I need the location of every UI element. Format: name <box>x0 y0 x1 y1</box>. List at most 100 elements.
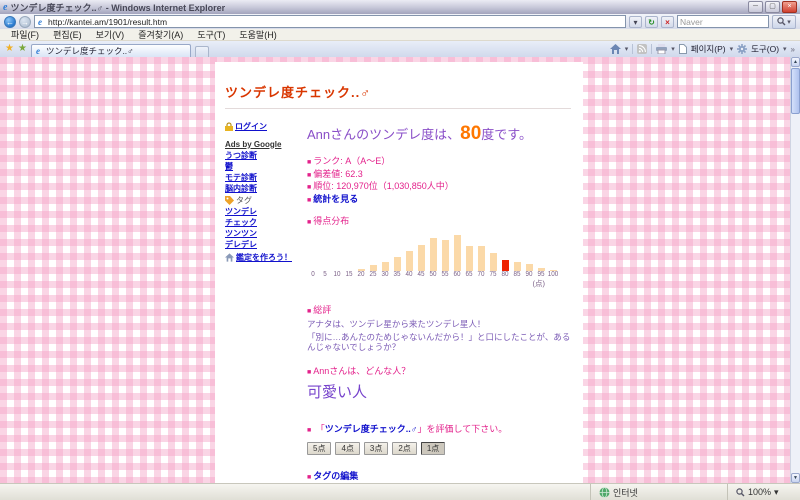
sidebar-tag-link[interactable]: ツンツン <box>225 229 301 239</box>
chart-bar-slot: 85 <box>511 234 523 278</box>
sidebar-tag-link[interactable]: ツンデレ <box>225 207 301 217</box>
close-button[interactable]: × <box>782 1 797 13</box>
search-button[interactable]: ▾ <box>772 15 796 29</box>
chart-bar <box>502 260 509 271</box>
chart-bar <box>430 238 437 271</box>
sidebar-ad-link[interactable]: モテ診断 <box>225 173 301 183</box>
chart-x-tick: 50 <box>428 271 439 278</box>
menu-item[interactable]: 즐겨찾기(A) <box>131 28 190 41</box>
review-line2: 「別に…あんたのためじゃないんだから！」と口にしたことが、あるんじゃないでしょう… <box>307 332 571 353</box>
scroll-up-icon[interactable]: ▲ <box>791 57 800 67</box>
review-line1: アナタは、ツンデレ星から来たツンデレ星人！ <box>307 319 571 330</box>
rating-buttons: 5点 4点 3点 2点 1点 <box>307 442 571 455</box>
sidebar-tag-link[interactable]: デレデレ <box>225 240 301 250</box>
home-dropdown-icon[interactable]: ▾ <box>625 45 629 53</box>
favorites-star-icon[interactable]: ★ <box>5 42 14 56</box>
result-column: Annさんのツンデレ度は、80度です。 ランク: A（A～E） 偏差値: 62.… <box>301 118 571 483</box>
chart-bar-slot: 25 <box>367 234 379 278</box>
zoom-magnifier-icon <box>736 488 745 497</box>
score-distribution-chart: 0510152025303540455055606570758085909510… <box>307 234 571 278</box>
rating-button[interactable]: 5点 <box>307 442 331 455</box>
search-dropdown-icon: ▾ <box>787 18 791 26</box>
rating-button[interactable]: 2点 <box>392 442 416 455</box>
chart-bar-slot: 95 <box>535 234 547 278</box>
rating-quiz-link[interactable]: ツンデレ度チェック..♂ <box>325 424 418 434</box>
tag-edit-link[interactable]: タグの編集 <box>313 471 358 481</box>
address-url: http://kantei.am/1901/result.htm <box>48 17 167 27</box>
page-title: ツンデレ度チェック..♂ <box>225 82 571 109</box>
sidebar-tag-link[interactable]: チェック <box>225 218 301 228</box>
create-row: 鑑定を作ろう！ <box>225 252 301 265</box>
distribution-label: 得点分布 <box>307 216 571 229</box>
login-link[interactable]: ログイン <box>235 122 267 132</box>
page-menu-button[interactable]: 페이지(P) <box>691 43 726 55</box>
review-label: 総評 <box>307 305 571 318</box>
maximize-button[interactable]: ▢ <box>765 1 780 13</box>
address-dropdown-button[interactable]: ▾ <box>629 16 642 28</box>
ad-links: うつ診断鬱モテ診断脳内診断 <box>225 151 301 194</box>
chart-bar-slot: 50 <box>427 234 439 278</box>
person-question: Annさんは、どんな人？ <box>307 366 571 379</box>
chart-x-tick: 15 <box>344 271 355 278</box>
chart-bar-slot: 10 <box>331 234 343 278</box>
new-tab-button[interactable] <box>195 46 209 57</box>
chart-bar-slot: 30 <box>379 234 391 278</box>
menu-bar: 파일(F)편집(E)보기(V)즐겨찾기(A)도구(T)도움말(H) <box>0 29 800 41</box>
menu-item[interactable]: 파일(F) <box>4 28 46 41</box>
chart-x-tick: 95 <box>536 271 547 278</box>
view-stats-link[interactable]: 統計を見る <box>313 194 358 204</box>
menu-item[interactable]: 도움말(H) <box>232 28 283 41</box>
chart-x-unit: (点) <box>307 278 559 289</box>
ads-by-google-label[interactable]: Ads by Google <box>225 140 301 150</box>
tools-dropdown-icon[interactable]: ▾ <box>783 45 787 53</box>
rating-button[interactable]: 3点 <box>364 442 388 455</box>
chart-x-tick: 85 <box>512 271 523 278</box>
create-quiz-link[interactable]: 鑑定を作ろう！ <box>236 253 292 263</box>
rating-button[interactable]: 1点 <box>421 442 445 455</box>
chart-bar-slot: 15 <box>343 234 355 278</box>
refresh-icon[interactable]: ↻ <box>645 16 658 28</box>
sidebar-ad-link[interactable]: 鬱 <box>225 162 301 172</box>
menu-item[interactable]: 도구(T) <box>190 28 232 41</box>
chart-bar <box>406 251 413 271</box>
result-score: 80 <box>460 123 481 144</box>
search-input[interactable] <box>677 15 769 28</box>
zoom-dropdown-icon[interactable]: ▾ <box>774 487 779 498</box>
home-icon[interactable] <box>610 44 621 54</box>
result-heading-suffix: 度です。 <box>481 127 532 142</box>
page-dropdown-icon[interactable]: ▾ <box>730 45 734 53</box>
chart-bar-slot: 80 <box>499 234 511 278</box>
chart-bar-slot: 60 <box>451 234 463 278</box>
tag-links: ツンデレチェックツンツンデレデレ <box>225 207 301 250</box>
chart-x-tick: 20 <box>356 271 367 278</box>
sidebar-ad-link[interactable]: うつ診断 <box>225 151 301 161</box>
add-favorite-icon[interactable]: ★ <box>18 42 27 56</box>
print-dropdown-icon[interactable]: ▾ <box>671 45 675 53</box>
scrollbar-thumb[interactable] <box>791 68 800 114</box>
tools-menu-button[interactable]: 도구(O) <box>751 43 779 55</box>
chart-x-tick: 0 <box>308 271 319 278</box>
rating-button[interactable]: 4点 <box>335 442 359 455</box>
login-row: ログイン <box>225 120 301 133</box>
back-button[interactable]: ← <box>4 16 16 28</box>
address-bar[interactable]: e http://kantei.am/1901/result.htm <box>34 15 626 28</box>
house-icon <box>225 253 234 262</box>
zoom-control[interactable]: 100% ▾ <box>727 484 800 500</box>
chart-bar-slot: 55 <box>439 234 451 278</box>
forward-button[interactable]: → <box>19 16 31 28</box>
print-icon[interactable] <box>656 44 667 54</box>
chart-bar <box>478 246 485 271</box>
page-content: ツンデレ度チェック..♂ ログイン Ads by Google うつ診断鬱モテ診… <box>215 62 583 483</box>
commandbar-overflow-chevron[interactable]: » <box>791 45 795 54</box>
stop-icon[interactable]: × <box>661 16 674 28</box>
menu-item[interactable]: 편집(E) <box>46 28 89 41</box>
gear-icon <box>737 44 747 54</box>
menu-item[interactable]: 보기(V) <box>89 28 132 41</box>
tab-tsundere-check[interactable]: e ツンデレ度チェック..♂ <box>31 44 191 57</box>
minimize-button[interactable]: ─ <box>748 1 763 13</box>
chart-x-tick: 100 <box>548 271 559 278</box>
scroll-down-icon[interactable]: ▼ <box>791 473 800 483</box>
vertical-scrollbar[interactable]: ▲ ▼ <box>790 57 800 483</box>
feeds-icon[interactable] <box>637 44 647 54</box>
sidebar-ad-link[interactable]: 脳内診断 <box>225 184 301 194</box>
